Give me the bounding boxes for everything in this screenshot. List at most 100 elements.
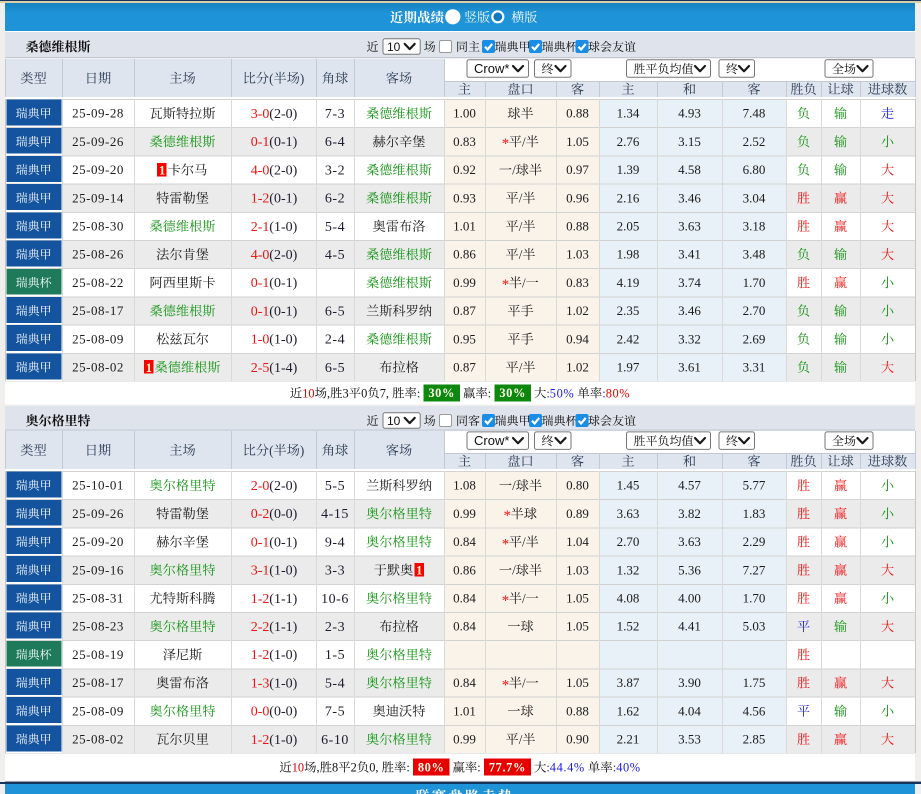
svg-text:3.48: 3.48 <box>743 247 766 262</box>
svg-text:0.84: 0.84 <box>453 675 476 690</box>
svg-text:): ) <box>300 443 304 458</box>
svg-text:1.83: 1.83 <box>743 506 766 521</box>
svg-text:2-2: 2-2 <box>251 620 270 635</box>
svg-text:/: / <box>522 676 526 691</box>
svg-text:3.82: 3.82 <box>678 506 701 521</box>
svg-text:3.63: 3.63 <box>678 219 701 234</box>
svg-text:10: 10 <box>292 761 304 775</box>
svg-text:0: 0 <box>361 386 367 400</box>
svg-text:/: / <box>522 591 526 606</box>
svg-text:0-1: 0-1 <box>251 135 270 150</box>
svg-text:0.95: 0.95 <box>453 331 476 346</box>
svg-text:Crow*: Crow* <box>474 61 509 76</box>
svg-text:25-08-17: 25-08-17 <box>72 303 124 318</box>
svg-text:/: / <box>512 478 516 493</box>
svg-text:3.31: 3.31 <box>743 360 766 375</box>
svg-text:0.92: 0.92 <box>453 162 476 177</box>
svg-text:40%: 40% <box>616 761 641 775</box>
svg-text:(1-0): (1-0) <box>269 676 297 691</box>
svg-text:1.70: 1.70 <box>743 275 766 290</box>
svg-text:1.05: 1.05 <box>566 675 589 690</box>
svg-text:3.18: 3.18 <box>743 219 766 234</box>
svg-text:6-4: 6-4 <box>325 135 345 150</box>
svg-text:*: * <box>502 677 510 693</box>
svg-text:4.58: 4.58 <box>678 162 701 177</box>
svg-text:/: / <box>512 163 516 178</box>
svg-text::: : <box>417 386 420 400</box>
svg-text:5-5: 5-5 <box>325 479 345 494</box>
svg-text:2-0: 2-0 <box>251 479 270 494</box>
svg-text:0-1: 0-1 <box>251 535 270 550</box>
svg-text:25-08-22: 25-08-22 <box>72 275 124 290</box>
svg-text:1: 1 <box>416 564 422 578</box>
svg-text:(0-0): (0-0) <box>269 507 297 522</box>
svg-text:0.86: 0.86 <box>453 247 476 262</box>
svg-text:3.41: 3.41 <box>678 247 701 262</box>
svg-text:1-0: 1-0 <box>251 333 270 348</box>
svg-text:3.87: 3.87 <box>617 675 640 690</box>
svg-text:1.34: 1.34 <box>617 106 640 121</box>
svg-text:25-09-26: 25-09-26 <box>72 506 124 521</box>
svg-text:(1-0): (1-0) <box>269 733 297 748</box>
svg-text:0.83: 0.83 <box>566 275 589 290</box>
svg-text:3-0: 3-0 <box>251 107 270 122</box>
svg-text:(2-0): (2-0) <box>269 107 297 122</box>
svg-text:1.03: 1.03 <box>566 247 589 262</box>
svg-text:25-08-02: 25-08-02 <box>72 732 124 747</box>
svg-text:25-08-17: 25-08-17 <box>72 675 124 690</box>
svg-text:7-5: 7-5 <box>325 705 345 720</box>
svg-text:1.75: 1.75 <box>743 675 766 690</box>
svg-text:0.84: 0.84 <box>453 591 476 606</box>
svg-text:5.36: 5.36 <box>678 562 701 577</box>
svg-text:3: 3 <box>343 386 349 400</box>
svg-text:0.88: 0.88 <box>566 219 589 234</box>
svg-text:1.01: 1.01 <box>453 219 476 234</box>
svg-text:4.19: 4.19 <box>617 275 640 290</box>
svg-text:0.86: 0.86 <box>453 562 476 577</box>
svg-text:Crow*: Crow* <box>474 433 509 448</box>
svg-text:0.90: 0.90 <box>566 732 589 747</box>
svg-text:4.08: 4.08 <box>617 591 640 606</box>
svg-text:*: * <box>502 136 510 152</box>
svg-text:2.16: 2.16 <box>617 190 640 205</box>
svg-text:3.90: 3.90 <box>678 675 701 690</box>
svg-text:3.15: 3.15 <box>678 134 701 149</box>
svg-text:1-2: 1-2 <box>251 192 270 207</box>
svg-text:2-1: 2-1 <box>251 220 270 235</box>
svg-text:0.99: 0.99 <box>453 732 476 747</box>
svg-text:/: / <box>522 134 526 149</box>
svg-text:1.05: 1.05 <box>566 134 589 149</box>
svg-text:3-2: 3-2 <box>325 163 345 178</box>
svg-text:1.03: 1.03 <box>566 562 589 577</box>
svg-text:25-08-26: 25-08-26 <box>72 247 124 262</box>
svg-text:0.97: 0.97 <box>566 162 589 177</box>
svg-text:25-08-19: 25-08-19 <box>72 647 124 662</box>
svg-text:0-1: 0-1 <box>251 276 270 291</box>
svg-text:,: , <box>317 761 320 775</box>
svg-text:0.84: 0.84 <box>453 534 476 549</box>
svg-text:(1-1): (1-1) <box>269 592 297 607</box>
svg-text:1-2: 1-2 <box>251 733 270 748</box>
svg-text:3-3: 3-3 <box>325 564 345 579</box>
svg-text:1.52: 1.52 <box>617 619 640 634</box>
svg-text:*: * <box>502 593 510 609</box>
svg-text:0.99: 0.99 <box>453 506 476 521</box>
svg-text:1.02: 1.02 <box>566 303 589 318</box>
svg-text:6-2: 6-2 <box>325 192 345 207</box>
svg-text:(1-0): (1-0) <box>269 333 297 348</box>
svg-text:6-10: 6-10 <box>321 733 349 748</box>
svg-text:0.87: 0.87 <box>453 360 476 375</box>
svg-text::: : <box>488 386 491 400</box>
svg-text:6-5: 6-5 <box>325 361 345 376</box>
svg-text:1.02: 1.02 <box>566 360 589 375</box>
svg-text:44.4%: 44.4% <box>550 761 585 775</box>
svg-text:2.42: 2.42 <box>617 331 640 346</box>
svg-text:25-09-20: 25-09-20 <box>72 162 124 177</box>
svg-text:/: / <box>519 191 523 206</box>
svg-text:1.32: 1.32 <box>617 562 640 577</box>
svg-text:2.69: 2.69 <box>743 331 766 346</box>
svg-text:/: / <box>519 247 523 262</box>
svg-text:1.05: 1.05 <box>566 591 589 606</box>
svg-text:3.63: 3.63 <box>678 534 701 549</box>
svg-text:2.85: 2.85 <box>743 732 766 747</box>
